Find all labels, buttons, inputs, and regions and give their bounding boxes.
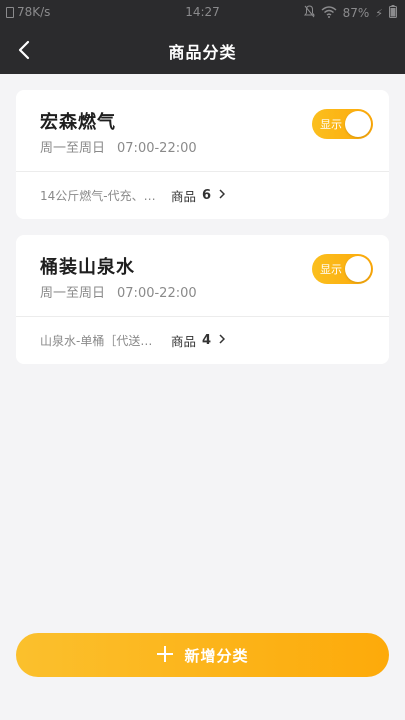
chevron-right-icon (219, 188, 226, 203)
category-header: 宏森燃气 周一至周日 07:00-22:00 显示 (16, 90, 389, 171)
category-hours: 周一至周日 07:00-22:00 (40, 137, 197, 156)
charging-icon: ⚡ (375, 6, 383, 20)
category-goods-link[interactable]: 14公斤燃气-代充、… 商品 6 (16, 172, 389, 219)
mute-icon (303, 5, 315, 21)
goods-label: 商品 (171, 189, 197, 204)
category-goods-link[interactable]: 山泉水-单桶［代送… 商品 4 (16, 317, 389, 364)
category-name: 桶装山泉水 (40, 257, 135, 278)
category-header: 桶装山泉水 周一至周日 07:00-22:00 显示 (16, 235, 389, 316)
goods-count: 商品 4 (171, 331, 226, 350)
display-toggle[interactable]: 显示 (312, 109, 373, 139)
chevron-right-icon (219, 333, 226, 348)
category-hours: 周一至周日 07:00-22:00 (40, 282, 197, 301)
category-card: 桶装山泉水 周一至周日 07:00-22:00 显示 山泉水-单桶［代送… 商品 … (16, 235, 389, 364)
wifi-icon (321, 5, 337, 21)
toggle-label: 显示 (320, 118, 342, 131)
top-bar: 78K/s 14:27 87% ⚡ 商品分类 (0, 0, 405, 74)
items-preview: 14公斤燃气-代充、… (40, 189, 156, 203)
add-category-label: 新增分类 (184, 646, 249, 665)
toggle-label: 显示 (320, 263, 342, 276)
category-card: 宏森燃气 周一至周日 07:00-22:00 显示 14公斤燃气-代充、… 商品 … (16, 90, 389, 219)
battery-level: 87% (342, 6, 370, 20)
goods-count-value: 4 (202, 333, 212, 348)
battery-icon (389, 5, 397, 21)
goods-count-value: 6 (202, 188, 212, 203)
toggle-knob (345, 256, 371, 282)
plus-icon (156, 643, 174, 667)
display-toggle[interactable]: 显示 (312, 254, 373, 284)
goods-count: 商品 6 (171, 186, 226, 205)
category-days: 周一至周日 (40, 141, 106, 156)
category-name: 宏森燃气 (40, 112, 116, 133)
add-category-button[interactable]: 新增分类 (16, 633, 389, 677)
category-time: 07:00-22:00 (117, 141, 197, 156)
toggle-knob (345, 111, 371, 137)
page-title: 商品分类 (168, 43, 237, 62)
category-days: 周一至周日 (40, 286, 106, 301)
status-bar: 78K/s 14:27 87% ⚡ (0, 0, 405, 26)
status-right: 87% ⚡ (303, 5, 397, 21)
items-preview: 山泉水-单桶［代送… (40, 334, 153, 348)
category-time: 07:00-22:00 (117, 286, 197, 301)
navigation-header: 商品分类 (0, 26, 405, 74)
goods-label: 商品 (171, 334, 197, 349)
